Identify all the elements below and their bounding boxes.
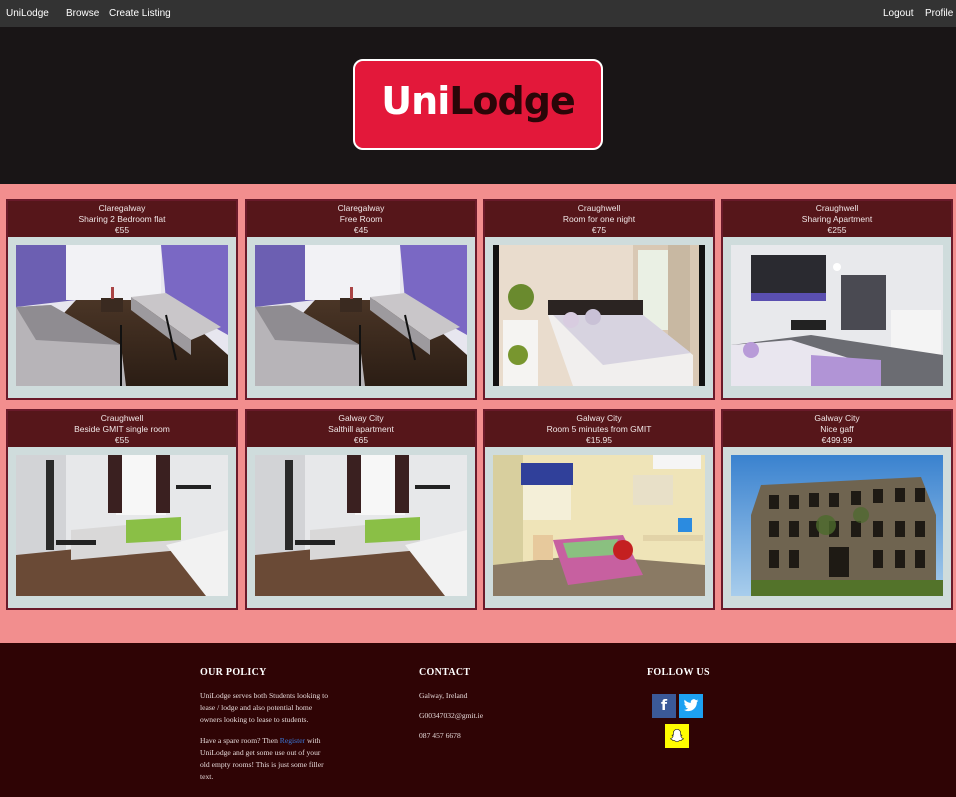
listing-card-header: Craughwell Room for one night €75 [485, 201, 713, 237]
footer-contact-title: CONTACT [419, 667, 471, 678]
listing-photo[interactable] [16, 245, 228, 386]
listing-photo[interactable] [493, 245, 705, 386]
footer-contact-location: Galway, Ireland [419, 691, 468, 700]
listing-price: €55 [114, 435, 130, 445]
listing-photo[interactable] [493, 455, 705, 596]
listing-price: €45 [353, 225, 369, 235]
listing-card[interactable]: Claregalway Free Room €45 [245, 199, 477, 400]
listing-location: Galway City [814, 413, 860, 423]
header-banner: UniLodge [0, 27, 956, 184]
listing-title: Beside GMIT single room [74, 424, 170, 434]
listing-price: €15.95 [586, 435, 612, 445]
listing-card[interactable]: Galway City Room 5 minutes from GMIT €15… [483, 409, 715, 610]
listing-title: Nice gaff [820, 424, 854, 434]
listing-photo[interactable] [255, 455, 467, 596]
listing-location: Claregalway [337, 203, 385, 213]
navbar: UniLodge Browse Create Listing Logout Pr… [0, 0, 956, 27]
snapchat-icon[interactable] [665, 724, 689, 748]
footer-policy-title: OUR POLICY [200, 667, 267, 678]
footer-contact-phone: 087 457 6678 [419, 731, 461, 740]
listing-price: €499.99 [821, 435, 853, 445]
nav-profile-link[interactable]: Profile [925, 8, 953, 19]
listing-card[interactable]: Galway City Salthill apartment €65 [245, 409, 477, 610]
footer-policy-text: UniLodge serves both Students looking to… [200, 691, 329, 724]
listing-title: Sharing Apartment [801, 214, 873, 224]
listing-title: Salthill apartment [328, 424, 394, 434]
listing-card-header: Claregalway Sharing 2 Bedroom flat €55 [8, 201, 236, 237]
twitter-icon[interactable] [679, 694, 703, 718]
listing-price: €75 [591, 225, 607, 235]
listing-location: Craughwell [577, 203, 621, 213]
listing-card[interactable]: Galway City Nice gaff €499.99 [721, 409, 953, 610]
footer-policy-cta-text: Have a spare room? Then [200, 736, 280, 745]
listing-location: Craughwell [100, 413, 144, 423]
listing-card[interactable]: Craughwell Sharing Apartment €255 [721, 199, 953, 400]
listing-photo[interactable] [16, 455, 228, 596]
nav-logout-link[interactable]: Logout [883, 8, 914, 19]
register-link[interactable]: Register [280, 736, 305, 745]
listing-price: €65 [353, 435, 369, 445]
logo-text-lodge: Lodge [449, 79, 575, 123]
listing-card-header: Craughwell Beside GMIT single room €55 [8, 411, 236, 447]
footer-policy-cta: Have a spare room? Then Register with Un… [200, 735, 332, 783]
listing-price: €55 [114, 225, 130, 235]
nav-brand-link[interactable]: UniLodge [6, 8, 49, 19]
listing-title: Room 5 minutes from GMIT [546, 424, 652, 434]
footer-follow-title: FOLLOW US [647, 667, 710, 678]
listing-location: Craughwell [815, 203, 859, 213]
nav-browse-link[interactable]: Browse [66, 8, 99, 19]
listing-card-header: Craughwell Sharing Apartment €255 [723, 201, 951, 237]
nav-create-listing-link[interactable]: Create Listing [109, 8, 171, 19]
listing-photo[interactable] [731, 245, 943, 386]
listing-card[interactable]: Craughwell Room for one night €75 [483, 199, 715, 400]
footer-contact-email: G00347032@gmit.ie [419, 711, 484, 720]
listing-location: Claregalway [98, 203, 146, 213]
listing-card-header: Galway City Salthill apartment €65 [247, 411, 475, 447]
facebook-icon[interactable]: f [652, 694, 676, 718]
listing-card-header: Galway City Room 5 minutes from GMIT €15… [485, 411, 713, 447]
listing-location: Galway City [576, 413, 622, 423]
listing-title: Free Room [339, 214, 383, 224]
listing-title: Sharing 2 Bedroom flat [78, 214, 166, 224]
listing-photo[interactable] [255, 245, 467, 386]
listing-location: Galway City [338, 413, 384, 423]
unilodge-logo: UniLodge [353, 59, 603, 150]
footer: OUR POLICY UniLodge serves both Students… [0, 643, 956, 797]
listing-card-header: Galway City Nice gaff €499.99 [723, 411, 951, 447]
listing-card[interactable]: Claregalway Sharing 2 Bedroom flat €55 [6, 199, 238, 400]
logo-text-uni: Uni [381, 79, 450, 123]
listing-title: Room for one night [562, 214, 636, 224]
listing-card[interactable]: Craughwell Beside GMIT single room €55 [6, 409, 238, 610]
listing-price: €255 [827, 225, 847, 235]
listing-card-header: Claregalway Free Room €45 [247, 201, 475, 237]
listing-photo[interactable] [731, 455, 943, 596]
